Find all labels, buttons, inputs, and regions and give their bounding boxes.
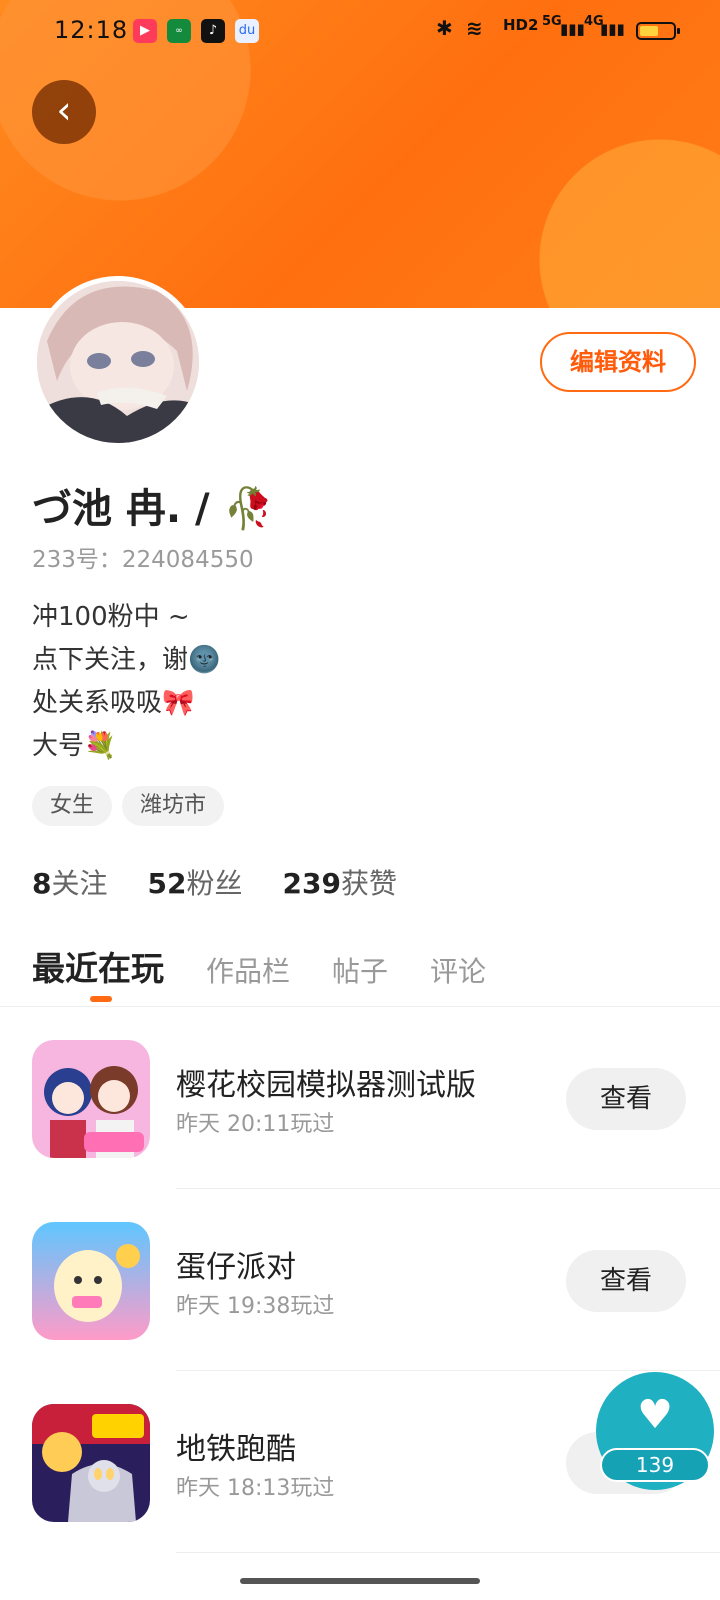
wifi-icon: ≋ [466,16,483,40]
baidu-icon: du [235,19,259,43]
heart-icon: ♥ [637,1392,673,1438]
game-icon-eggy-party [32,1222,150,1340]
game-played-time: 昨天 18:13玩过 [176,1476,335,1501]
game-title: 地铁跑酷 [176,1432,296,1467]
signal-5g-icon: ▮▮▮ [560,20,585,38]
tiktok-icon: ♪ [201,19,225,43]
active-tab-indicator [90,996,112,1002]
stat-following[interactable]: 8关注 [32,862,108,902]
list-item[interactable]: 樱花校园模拟器测试版 昨天 20:11玩过 查看 [0,1040,720,1224]
stat-value: 52 [147,867,187,900]
list-divider [176,1552,720,1553]
view-button[interactable]: 查看 [566,1068,686,1130]
video-app-icon: ▶ [133,19,157,43]
battery-icon [636,22,680,40]
signal-4g-icon: ▮▮▮ [600,20,625,38]
tab-recent-games[interactable]: 最近在玩 [32,942,164,990]
game-app-icon: ∞ [167,19,191,43]
list-divider [176,1188,720,1189]
status-bar: 12:18 ▶ ∞ ♪ du ✱ ≋ HD2 5G ▮▮▮ 4G ▮▮▮ [0,0,720,64]
tab-divider [0,1006,720,1007]
game-title: 蛋仔派对 [176,1250,296,1285]
bio-line: 冲100粉中 ~ [32,602,190,632]
profile-name: づ池 冉. / 🥀 [32,486,274,532]
stat-label: 关注 [51,867,108,900]
edit-profile-button[interactable]: 编辑资料 [540,332,696,392]
profile-id: 233号：224084550 [32,547,254,573]
list-divider [176,1370,720,1371]
stat-likes[interactable]: 239获赞 [282,862,396,902]
profile-stats: 8关注 52粉丝 239获赞 [32,862,397,902]
hd-label: HD2 [503,16,539,34]
list-item[interactable]: 蛋仔派对 昨天 19:38玩过 查看 [0,1222,720,1406]
bluetooth-icon: ✱ [436,16,453,40]
status-time: 12:18 [54,16,129,44]
view-button[interactable]: 查看 [566,1250,686,1312]
stat-value: 8 [32,867,52,900]
game-played-time: 昨天 20:11玩过 [176,1112,335,1137]
like-fab[interactable]: ♥ 139 [596,1372,714,1490]
tab-posts[interactable]: 帖子 [332,950,388,990]
stat-label: 粉丝 [186,867,243,900]
tag-gender: 女生 [32,786,113,826]
avatar-image [37,281,199,443]
tab-works[interactable]: 作品栏 [206,950,290,990]
stat-followers[interactable]: 52粉丝 [148,862,243,902]
tab-comments[interactable]: 评论 [430,950,486,990]
network-5g-label: 5G [542,14,562,29]
profile-tabs: 最近在玩 作品栏 帖子 评论 [32,942,528,990]
game-icon-subway-surfers [32,1404,150,1522]
bio-line: 大号💐 [32,731,117,761]
bio-line: 处关系吸吸🎀 [32,688,195,718]
like-count: 139 [600,1448,710,1482]
game-played-time: 昨天 19:38玩过 [176,1294,335,1319]
stat-label: 获赞 [340,867,397,900]
game-icon-sakura [32,1040,150,1158]
avatar[interactable] [32,276,204,448]
profile-bio: 冲100粉中 ~ 点下关注，谢🌚 处关系吸吸🎀 大号💐 [32,596,220,768]
game-title: 樱花校园模拟器测试版 [176,1068,476,1103]
home-indicator[interactable] [240,1578,480,1584]
stat-value: 239 [282,867,341,900]
profile-tags: 女生 潍坊市 [32,786,225,826]
bio-line: 点下关注，谢🌚 [32,645,221,675]
back-button[interactable]: ‹ [32,80,96,144]
tag-city: 潍坊市 [122,786,225,826]
